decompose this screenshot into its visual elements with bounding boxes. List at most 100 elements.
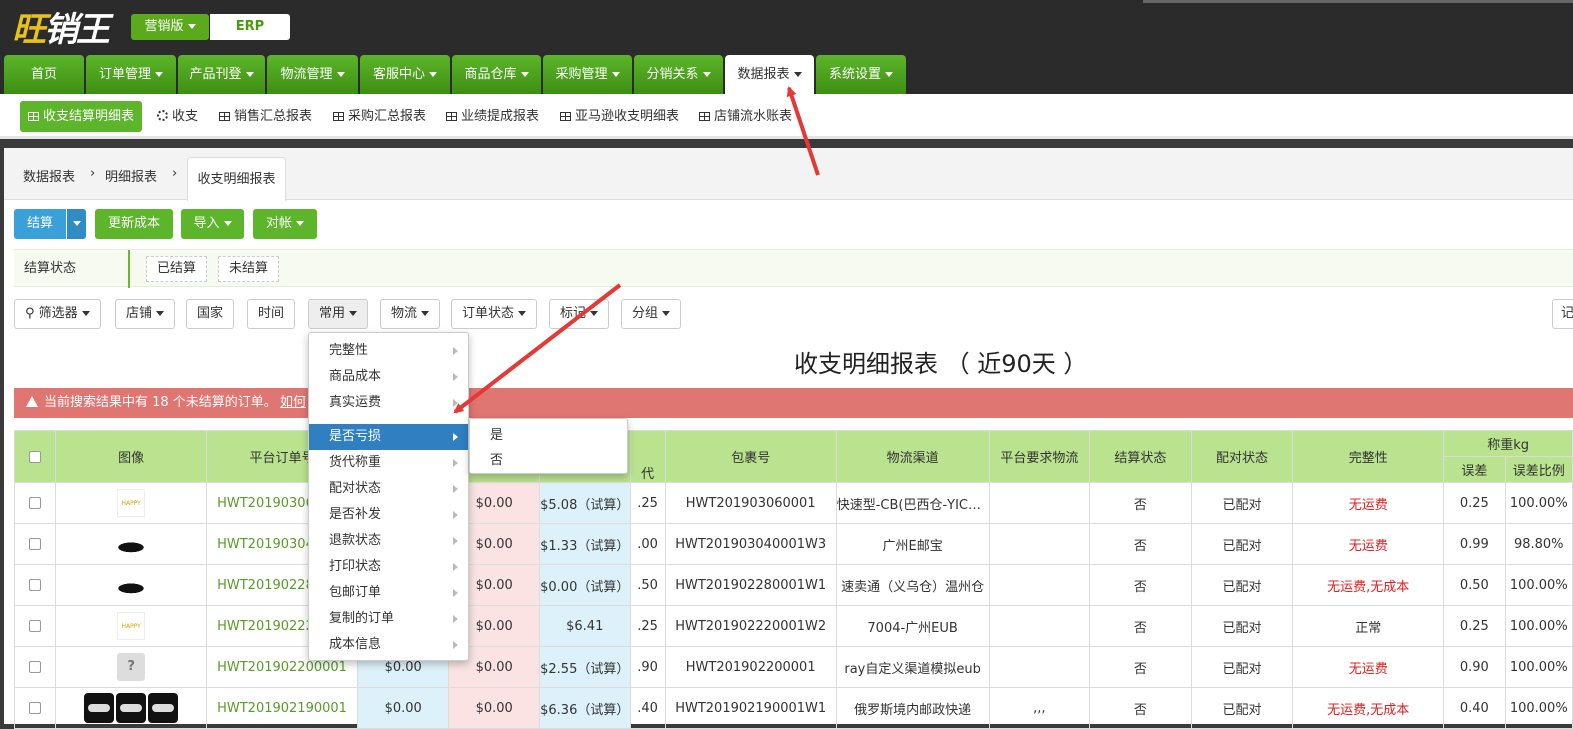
row-checkbox[interactable] — [29, 702, 42, 714]
right-toolbar-button[interactable]: 记 — [1552, 299, 1573, 329]
cell-diff: 0.99 — [1443, 523, 1506, 565]
select-all-checkbox[interactable] — [29, 450, 42, 463]
breadcrumb-detail[interactable]: 明细报表 — [105, 166, 157, 185]
header-platform-logistics[interactable]: 平台要求物流 — [988, 430, 1091, 483]
submenu-option-no[interactable]: 否 — [470, 448, 627, 474]
chevron-right-icon — [453, 511, 458, 519]
nav-home[interactable]: 首页 — [4, 55, 84, 94]
subnav-purchase-summary[interactable]: 采购汇总报表 — [333, 94, 426, 139]
menu-item-integrity[interactable]: 完整性 — [309, 338, 468, 364]
subnav-amazon[interactable]: 亚马逊收支明细表 — [560, 94, 679, 139]
product-thumbnail[interactable] — [116, 693, 147, 723]
erp-button[interactable]: ERP — [210, 14, 290, 40]
filter-logistics-button[interactable]: 物流 — [380, 299, 441, 329]
product-thumbnail[interactable]: HAPPY — [117, 489, 146, 517]
tab-current-report[interactable]: 收支明细报表 — [187, 157, 286, 201]
menu-item-print-status[interactable]: 打印状态 — [309, 554, 468, 580]
chip-settled[interactable]: 已结算 — [146, 256, 208, 282]
menu-item-refund-status[interactable]: 退款状态 — [309, 528, 468, 554]
settle-dropdown-toggle[interactable] — [67, 209, 86, 239]
settle-button[interactable]: 结算 — [14, 209, 66, 239]
cell-diff: 0.40 — [1443, 687, 1506, 729]
table-row[interactable]: ? HWT201902200001 $0.00 $0.00 $2.55（试算） … — [13, 646, 1573, 688]
app-logo[interactable]: 旺销王 — [12, 2, 110, 51]
table-row[interactable]: HWT201902280001 $0.00 $0.00（试算） .50 HWT2… — [13, 564, 1573, 606]
header-package-no[interactable]: 包裹号 — [664, 430, 837, 483]
filter-common-button[interactable]: 常用 — [308, 299, 369, 329]
row-checkbox[interactable] — [29, 497, 42, 509]
row-checkbox[interactable] — [29, 538, 42, 550]
filter-selector-button[interactable]: ⚲ 筛选器 — [14, 299, 101, 329]
row-checkbox[interactable] — [29, 620, 42, 632]
filter-time-button[interactable]: 时间 — [247, 299, 296, 329]
menu-item-forwarder-weight[interactable]: 货代称重 — [309, 450, 468, 476]
product-thumbnail[interactable] — [148, 693, 179, 723]
header-integrity[interactable]: 完整性 — [1292, 430, 1445, 483]
grid-icon — [28, 112, 39, 121]
nav-warehouse[interactable]: 商品仓库 — [452, 55, 541, 94]
menu-item-free-shipping[interactable]: 包邮订单 — [309, 580, 468, 606]
cell-integrity: 无运费,无成本 — [1292, 687, 1445, 729]
filter-order-status-button[interactable]: 订单状态 — [451, 299, 538, 329]
header-diff-ratio[interactable]: 误差比例 — [1504, 456, 1573, 483]
chevron-down-icon — [349, 311, 358, 316]
menu-item-copied-orders[interactable]: 复制的订单 — [309, 606, 468, 632]
version-dropdown[interactable]: 营销版 — [131, 14, 209, 40]
nav-settings[interactable]: 系统设置 — [816, 55, 906, 94]
nav-orders[interactable]: 订单管理 — [86, 55, 176, 94]
menu-item-match-status[interactable]: 配对状态 — [309, 476, 468, 502]
menu-item-real-freight[interactable]: 真实运费 — [309, 390, 468, 416]
grid-icon — [333, 112, 344, 121]
header-settle-status[interactable]: 结算状态 — [1089, 430, 1192, 483]
alert-help-link[interactable]: 如何 — [280, 388, 306, 418]
nav-distribution[interactable]: 分销关系 — [634, 55, 723, 94]
breadcrumb-reports[interactable]: 数据报表 — [23, 166, 75, 185]
header-channel[interactable]: 物流渠道 — [835, 430, 990, 483]
chip-unsettled[interactable]: 未结算 — [218, 256, 280, 282]
cell-package: HWT201903040001W3 — [664, 523, 837, 565]
nav-reports[interactable]: 数据报表 — [725, 55, 814, 94]
table-row[interactable]: HWT201903040001 $0.00 $1.33（试算） .00 HWT2… — [13, 523, 1573, 565]
nav-purchase[interactable]: 采购管理 — [543, 55, 632, 94]
reconcile-button[interactable]: 对帐 — [253, 209, 317, 239]
import-button[interactable]: 导入 — [181, 209, 244, 239]
subnav-settlement-detail[interactable]: 收支结算明细表 — [20, 101, 143, 132]
product-thumbnail[interactable] — [84, 693, 115, 723]
table-row[interactable]: HAPPY HWT201903060001 $0.00 $5.08（试算） .2… — [13, 482, 1573, 524]
chevron-right-icon — [453, 615, 458, 623]
cell-platform-logistics: ,,, — [988, 687, 1091, 729]
filter-group-button[interactable]: 分组 — [621, 299, 682, 329]
menu-item-is-loss[interactable]: 是否亏损 — [309, 424, 468, 450]
subnav-income[interactable]: 收支 — [157, 94, 198, 139]
filter-mark-button[interactable]: 标记 — [549, 299, 610, 329]
menu-item-cost-info[interactable]: 成本信息 — [309, 632, 468, 658]
menu-item-reissue[interactable]: 是否补发 — [309, 502, 468, 528]
table-row[interactable]: HAPPY HWT201902220001 $0.00 $6.41 .25 HW… — [13, 605, 1573, 647]
nav-logistics[interactable]: 物流管理 — [267, 55, 358, 94]
filter-country-button[interactable]: 国家 — [186, 299, 235, 329]
subnav-store-ledger[interactable]: 店铺流水账表 — [699, 94, 792, 139]
placeholder-image-icon[interactable]: ? — [117, 653, 146, 681]
nav-service[interactable]: 客服中心 — [360, 55, 450, 94]
subnav-commission[interactable]: 业绩提成报表 — [446, 94, 539, 139]
row-checkbox[interactable] — [29, 579, 42, 591]
cell-ratio: 100.00% — [1504, 564, 1573, 606]
submenu-option-yes[interactable]: 是 — [470, 423, 627, 449]
nav-listing[interactable]: 产品刊登 — [178, 55, 265, 94]
row-checkbox[interactable] — [29, 661, 42, 673]
product-thumbnail[interactable] — [117, 530, 146, 558]
chevron-down-icon — [296, 221, 304, 226]
main-content: 数据报表 › 明细报表 › 收支明细报表 结算 更新成本 导入 对帐 结算状态 … — [4, 148, 1573, 729]
menu-item-product-cost[interactable]: 商品成本 — [309, 364, 468, 390]
subnav-sales-summary[interactable]: 销售汇总报表 — [219, 94, 312, 139]
product-thumbnail[interactable] — [117, 571, 146, 599]
header-weight-group: 称重kg — [1443, 430, 1573, 457]
table-row[interactable]: HWT201902190001 $0.00 $0.00 $6.36（试算） .4… — [13, 687, 1573, 729]
chevron-down-icon — [155, 72, 163, 77]
product-thumbnail[interactable]: HAPPY — [117, 612, 146, 640]
header-match-status[interactable]: 配对状态 — [1190, 430, 1294, 483]
order-link[interactable]: HWT201902190001 — [206, 687, 358, 729]
header-diff[interactable]: 误差 — [1443, 456, 1506, 483]
update-cost-button[interactable]: 更新成本 — [95, 209, 173, 239]
filter-store-button[interactable]: 店铺 — [115, 299, 176, 329]
